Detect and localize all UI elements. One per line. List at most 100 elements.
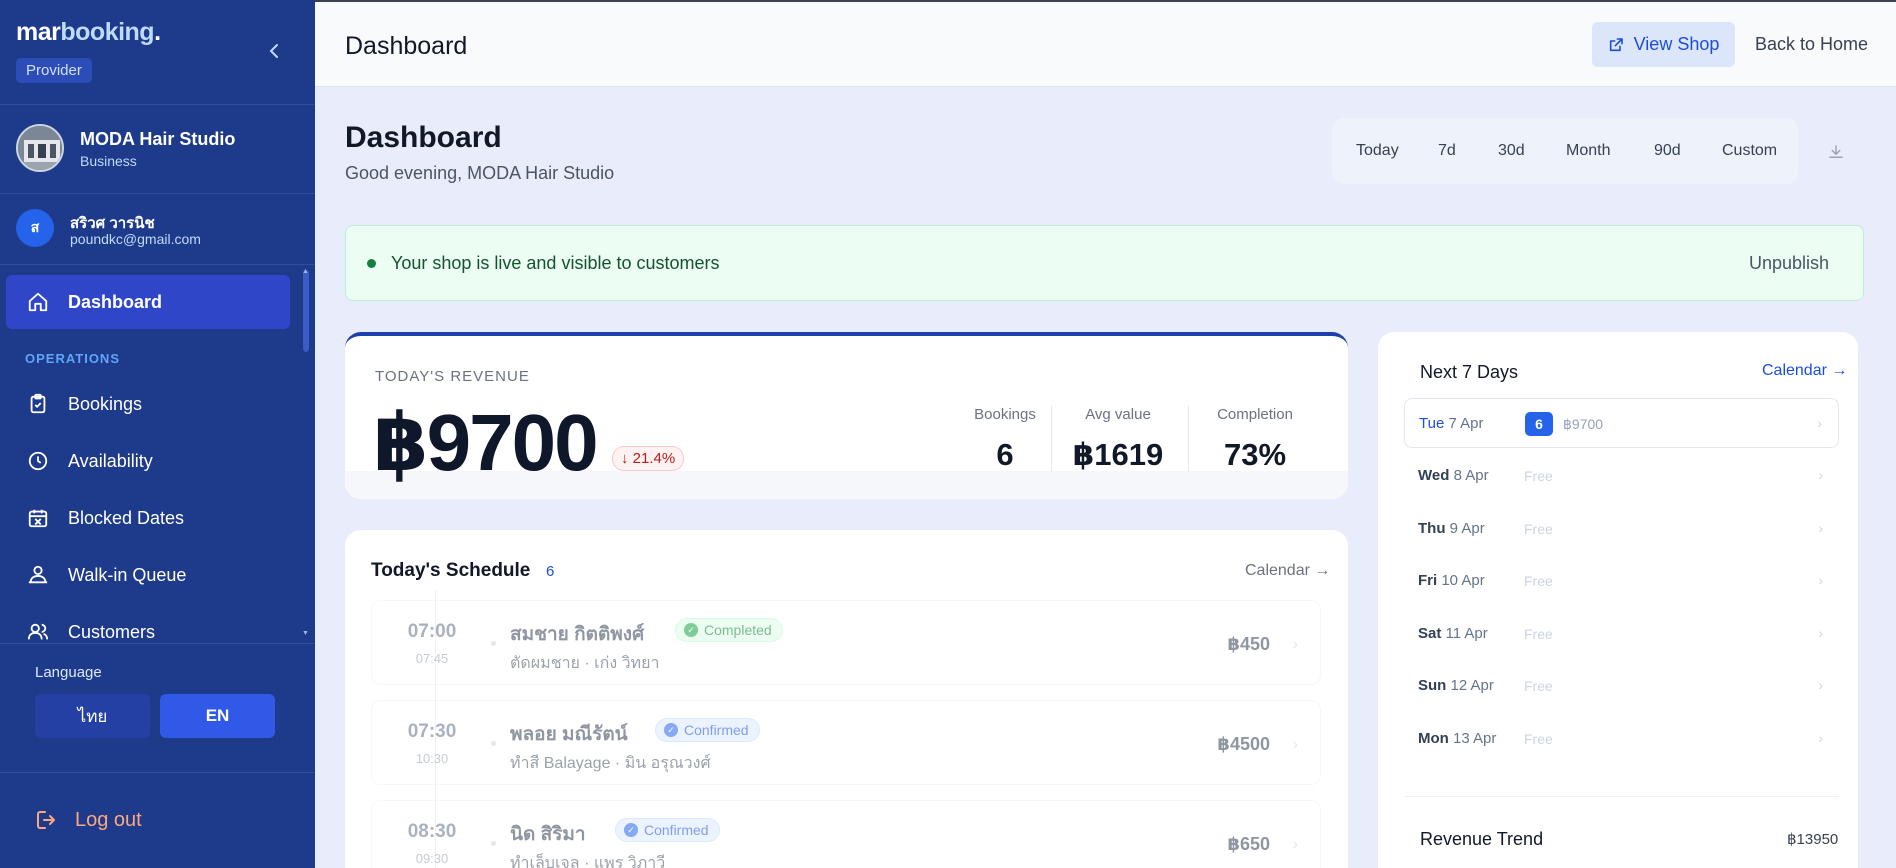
day-date: 10 Apr (1441, 572, 1485, 589)
sidebar-item-availability[interactable]: Availability (6, 434, 290, 488)
stat-value: 73% (1223, 437, 1287, 472)
sidebar-item-label: Bookings (68, 393, 143, 414)
range-30d[interactable]: 30d (1498, 142, 1525, 160)
stat-label: Bookings (974, 406, 1036, 423)
appointment-start-time: 07:00 (407, 621, 457, 642)
schedule-calendar-link[interactable]: Calendar → (1245, 562, 1330, 580)
sidebar-item-walk-in-queue[interactable]: Walk-in Queue (6, 548, 290, 602)
scroll-up-icon[interactable]: ▲ (302, 268, 309, 275)
divider (0, 772, 315, 773)
day-row[interactable]: Fri 10 Apr Free › (1404, 556, 1839, 606)
revenue-amount: ฿9700 (373, 398, 599, 487)
day-status: Free (1524, 573, 1553, 589)
sidebar-item-blocked-dates[interactable]: Blocked Dates (6, 491, 290, 545)
range-custom[interactable]: Custom (1722, 142, 1777, 160)
range-today[interactable]: Today (1356, 142, 1399, 160)
revenue-label: TODAY'S REVENUE (375, 368, 530, 385)
separator-dot: · (584, 855, 594, 868)
home-icon (26, 290, 50, 314)
timeline-dot (491, 841, 496, 846)
day-row[interactable]: Sun 12 Apr Free › (1404, 661, 1839, 711)
stat-avg-value: Avg value ฿1619 (1063, 406, 1173, 473)
divider (0, 104, 315, 105)
day-row[interactable]: Wed 8 Apr Free › (1404, 451, 1839, 501)
language-thai-button[interactable]: ไทย (35, 694, 150, 738)
next-days-calendar-link[interactable]: Calendar → (1762, 362, 1847, 380)
collapse-sidebar-button[interactable] (263, 38, 285, 64)
day-date: 9 Apr (1449, 520, 1485, 537)
sidebar-scrollbar[interactable] (303, 270, 309, 352)
appointment-price: ฿450 (1227, 634, 1270, 654)
customer-name: นิด สิริมา (510, 824, 586, 845)
day-row[interactable]: Thu 9 Apr Free › (1404, 504, 1839, 554)
divider (0, 193, 315, 194)
sidebar-item-dashboard[interactable]: Dashboard (6, 275, 290, 329)
day-label: Tue 7 Apr (1419, 415, 1484, 432)
stat-label: Avg value (1085, 406, 1151, 423)
day-label: Sun 12 Apr (1418, 677, 1494, 694)
stat-value: 6 (996, 437, 1014, 472)
sidebar-item-bookings[interactable]: Bookings (6, 377, 290, 431)
stat-divider (1188, 406, 1189, 472)
stat-completion: Completion 73% (1200, 406, 1310, 473)
appointment-end-time: 09:30 (415, 851, 449, 866)
download-button[interactable] (1824, 140, 1848, 164)
range-90d[interactable]: 90d (1654, 142, 1681, 160)
day-name: Sat (1418, 625, 1442, 642)
download-icon (1829, 145, 1843, 158)
day-date: 12 Apr (1450, 677, 1494, 694)
appointment-row[interactable]: 07:30 10:30 พลอย มณีรัตน์ ✓ Confirmed ทำ… (371, 700, 1321, 785)
shop-live-banner: Your shop is live and visible to custome… (345, 225, 1864, 301)
language-english-button[interactable]: EN (160, 694, 275, 738)
divider (0, 264, 315, 265)
calendar-blocked-icon (26, 506, 50, 530)
day-label: Mon 13 Apr (1418, 730, 1496, 747)
status-label: Confirmed (684, 722, 749, 738)
appointment-price: ฿4500 (1217, 734, 1270, 754)
revenue-trend-total: ฿13950 (1787, 831, 1839, 848)
day-row[interactable]: Mon 13 Apr Free › (1404, 714, 1839, 764)
status-badge: ✓ Confirmed (655, 718, 760, 742)
appointment-row[interactable]: 08:30 09:30 นิด สิริมา ✓ Confirmed ทำเล็… (371, 800, 1321, 868)
chevron-right-icon: › (1292, 836, 1298, 853)
timeline-dot (491, 741, 496, 746)
sidebar-item-label: Blocked Dates (68, 507, 185, 528)
booking-count-badge: 6 (1525, 412, 1553, 436)
status-badge: ✓ Completed (675, 618, 783, 642)
brand-logo[interactable]: marbooking. (16, 18, 161, 47)
day-label: Sat 11 Apr (1418, 625, 1488, 642)
appointment-row[interactable]: 07:00 07:45 สมชาย กิตติพงศ์ ✓ Completed … (371, 600, 1321, 685)
scroll-down-icon[interactable]: ▼ (302, 630, 309, 637)
day-label: Fri 10 Apr (1418, 572, 1485, 589)
business-name: MODA Hair Studio (80, 129, 236, 149)
day-status: Free (1524, 731, 1553, 747)
user-avatar: ส (16, 209, 54, 247)
day-name: Wed (1418, 467, 1450, 484)
next-7-days-card: Next 7 Days Calendar → Tue 7 Apr 6 ฿9700… (1378, 332, 1858, 868)
range-7d[interactable]: 7d (1438, 142, 1456, 160)
day-row[interactable]: Sat 11 Apr Free › (1404, 609, 1839, 659)
status-label: Confirmed (644, 822, 709, 838)
business-type: Business (80, 153, 137, 169)
live-status-dot (367, 259, 376, 268)
unpublish-button[interactable]: Unpublish (1749, 253, 1829, 274)
revenue-trend-title: Revenue Trend (1420, 829, 1544, 849)
sidebar-item-customers[interactable]: Customers (6, 605, 290, 643)
sidebar-nav: Dashboard OPERATIONS Bookings Availabili… (0, 267, 315, 643)
separator-dot: · (614, 755, 625, 772)
divider (0, 643, 315, 644)
top-header: Dashboard View Shop Back to Home (315, 0, 1896, 87)
chevron-right-icon: › (1818, 520, 1823, 536)
appointment-end-time: 07:45 (415, 651, 449, 666)
range-month[interactable]: Month (1566, 142, 1610, 160)
day-row-today[interactable]: Tue 7 Apr 6 ฿9700 › (1404, 398, 1839, 448)
stat-label: Completion (1217, 406, 1293, 423)
check-circle-icon: ✓ (684, 623, 698, 637)
sidebar-item-label: Availability (68, 450, 153, 471)
staff-name: แพร วิภาวี (593, 855, 666, 868)
logout-button[interactable]: Log out (35, 808, 142, 832)
back-to-home-link[interactable]: Back to Home (1755, 34, 1868, 55)
day-date: 7 Apr (1448, 415, 1484, 432)
view-shop-button[interactable]: View Shop (1592, 22, 1735, 67)
section-label-operations: OPERATIONS (25, 351, 120, 366)
